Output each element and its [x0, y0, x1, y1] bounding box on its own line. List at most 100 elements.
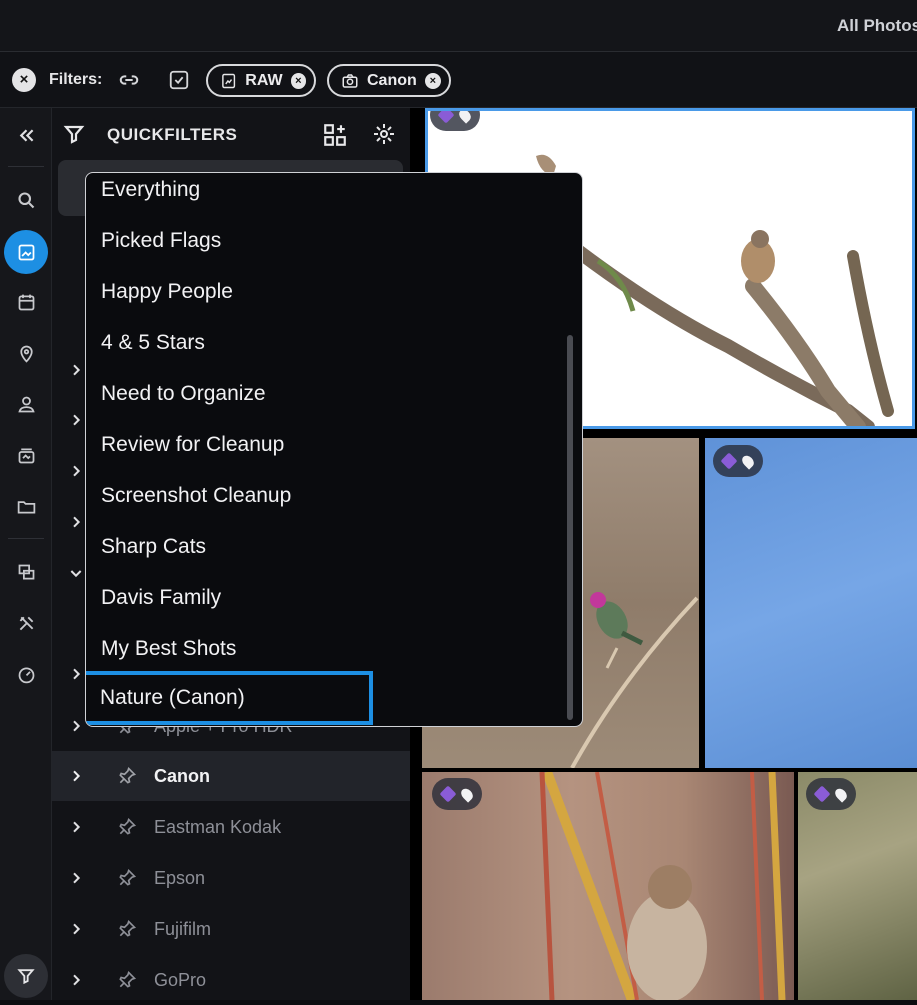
people-button[interactable]	[4, 382, 48, 426]
map-pin-icon	[19, 345, 33, 363]
nav-rail	[0, 108, 52, 1000]
photo-badges	[432, 778, 482, 810]
menu-item-everything[interactable]: Everything	[86, 173, 566, 215]
duplicates-button[interactable]	[4, 550, 48, 594]
tree-item-eastman-kodak[interactable]: Eastman Kodak	[52, 802, 410, 852]
photo-badges	[430, 111, 480, 131]
filter-icon	[17, 969, 35, 985]
chevron-right-icon[interactable]	[68, 768, 84, 784]
quickfilters-header: QUICKFILTERS	[52, 108, 410, 162]
location-icon	[832, 785, 850, 803]
tools-icon	[19, 616, 33, 630]
collapse-sidebar-button[interactable]	[4, 113, 48, 157]
panel-title: QUICKFILTERS	[107, 125, 238, 144]
duplicates-icon	[18, 564, 34, 579]
menu-item-happy-people[interactable]: Happy People	[86, 266, 566, 317]
clear-filters-button[interactable]: ×	[12, 68, 36, 92]
tree-item-label: GoPro	[154, 969, 207, 990]
location-icon	[739, 452, 757, 470]
speedometer-icon	[18, 667, 34, 683]
calendar-icon	[18, 294, 34, 310]
filter-toggle-button[interactable]	[4, 954, 48, 998]
chip-label: RAW	[245, 71, 283, 89]
filter-chip-raw[interactable]: RAW ×	[206, 64, 316, 97]
tree-item-label: Epson	[154, 867, 206, 888]
chip-label: Canon	[367, 71, 417, 89]
chevron-right-icon[interactable]	[68, 819, 84, 835]
menu-item-my-best-shots[interactable]: My Best Shots	[86, 623, 566, 674]
filter-chip-canon[interactable]: Canon ×	[327, 64, 451, 97]
menu-item-picked-flags[interactable]: Picked Flags	[86, 215, 566, 266]
image-icon	[18, 244, 34, 260]
chevron-right-icon[interactable]	[68, 666, 84, 682]
link-icon[interactable]	[118, 69, 140, 91]
rail-divider	[8, 538, 44, 539]
chevron-right-icon[interactable]	[68, 870, 84, 886]
chevron-right-icon[interactable]	[68, 362, 84, 378]
filters-label: Filters:	[49, 71, 103, 88]
chevron-right-icon[interactable]	[68, 463, 84, 479]
search-button[interactable]	[4, 178, 48, 222]
top-bar: All Photos	[0, 0, 917, 52]
menu-item-review-for-cleanup[interactable]: Review for Cleanup	[86, 419, 566, 470]
tag-icon	[437, 111, 455, 124]
folders-button[interactable]	[4, 484, 48, 528]
chevron-right-icon[interactable]	[68, 972, 84, 988]
remove-chip-button[interactable]: ×	[424, 72, 441, 89]
photos-button[interactable]	[4, 230, 48, 274]
view-title: All Photos	[837, 16, 917, 35]
chevron-right-icon[interactable]	[68, 412, 84, 428]
menu-item-screenshot-cleanup[interactable]: Screenshot Cleanup	[86, 470, 566, 521]
person-icon	[17, 396, 35, 412]
albums-button[interactable]	[4, 433, 48, 477]
places-button[interactable]	[4, 331, 48, 375]
remove-chip-button[interactable]: ×	[290, 72, 306, 89]
filter-bar: × Filters: RAW × Canon ×	[0, 52, 917, 108]
photo-badges	[806, 778, 856, 810]
chevron-right-icon[interactable]	[68, 718, 84, 734]
pin-icon[interactable]	[117, 868, 137, 888]
menu-item-davis-family[interactable]: Davis Family	[86, 572, 566, 623]
menu-item-sharp-cats[interactable]: Sharp Cats	[86, 521, 566, 572]
chevron-down-icon[interactable]	[68, 565, 84, 581]
photo-badges	[713, 445, 763, 477]
tree-item-epson[interactable]: Epson	[52, 853, 410, 903]
tag-icon	[813, 785, 831, 803]
double-chevron-left-icon	[19, 128, 33, 142]
tag-icon	[720, 452, 738, 470]
gear-icon[interactable]	[372, 122, 396, 146]
filter-icon	[63, 125, 85, 144]
selection-filter-icon[interactable]	[168, 69, 190, 91]
album-icon	[18, 448, 34, 463]
dashboard-button[interactable]	[4, 652, 48, 696]
photo-image	[539, 772, 786, 1000]
pin-icon[interactable]	[117, 919, 137, 939]
tree-item-fujifilm[interactable]: Fujifilm	[52, 904, 410, 954]
calendar-button[interactable]	[4, 280, 48, 324]
folder-icon	[17, 500, 35, 513]
tree-item-canon[interactable]: Canon	[52, 751, 410, 801]
tree-item-gopro[interactable]: GoPro	[52, 955, 410, 1005]
pin-icon[interactable]	[117, 970, 137, 990]
chevron-right-icon[interactable]	[68, 514, 84, 530]
photo-thumbnail-sky[interactable]	[705, 438, 917, 768]
pin-icon[interactable]	[117, 817, 137, 837]
photo-thumbnail-sparrow[interactable]	[422, 772, 794, 1000]
pin-icon[interactable]	[117, 766, 137, 786]
search-icon	[17, 191, 34, 208]
dropdown-scrollbar[interactable]	[567, 335, 573, 720]
location-icon	[456, 111, 474, 124]
tree-item-label: Eastman Kodak	[154, 816, 282, 837]
photo-thumbnail-partial[interactable]	[798, 772, 917, 1000]
raw-file-icon	[222, 73, 236, 88]
tree-item-label: Canon	[154, 765, 210, 786]
tag-icon	[439, 785, 457, 803]
camera-icon	[342, 73, 358, 88]
chevron-right-icon[interactable]	[68, 921, 84, 937]
add-quickfilter-icon[interactable]	[322, 122, 348, 148]
quickfilter-dropdown: Everything Picked Flags Happy People 4 &…	[85, 172, 583, 727]
menu-item-nature-canon[interactable]: Nature (Canon)	[86, 671, 373, 725]
menu-item-4-5-stars[interactable]: 4 & 5 Stars	[86, 317, 566, 368]
tools-button[interactable]	[4, 601, 48, 645]
menu-item-need-to-organize[interactable]: Need to Organize	[86, 368, 566, 419]
